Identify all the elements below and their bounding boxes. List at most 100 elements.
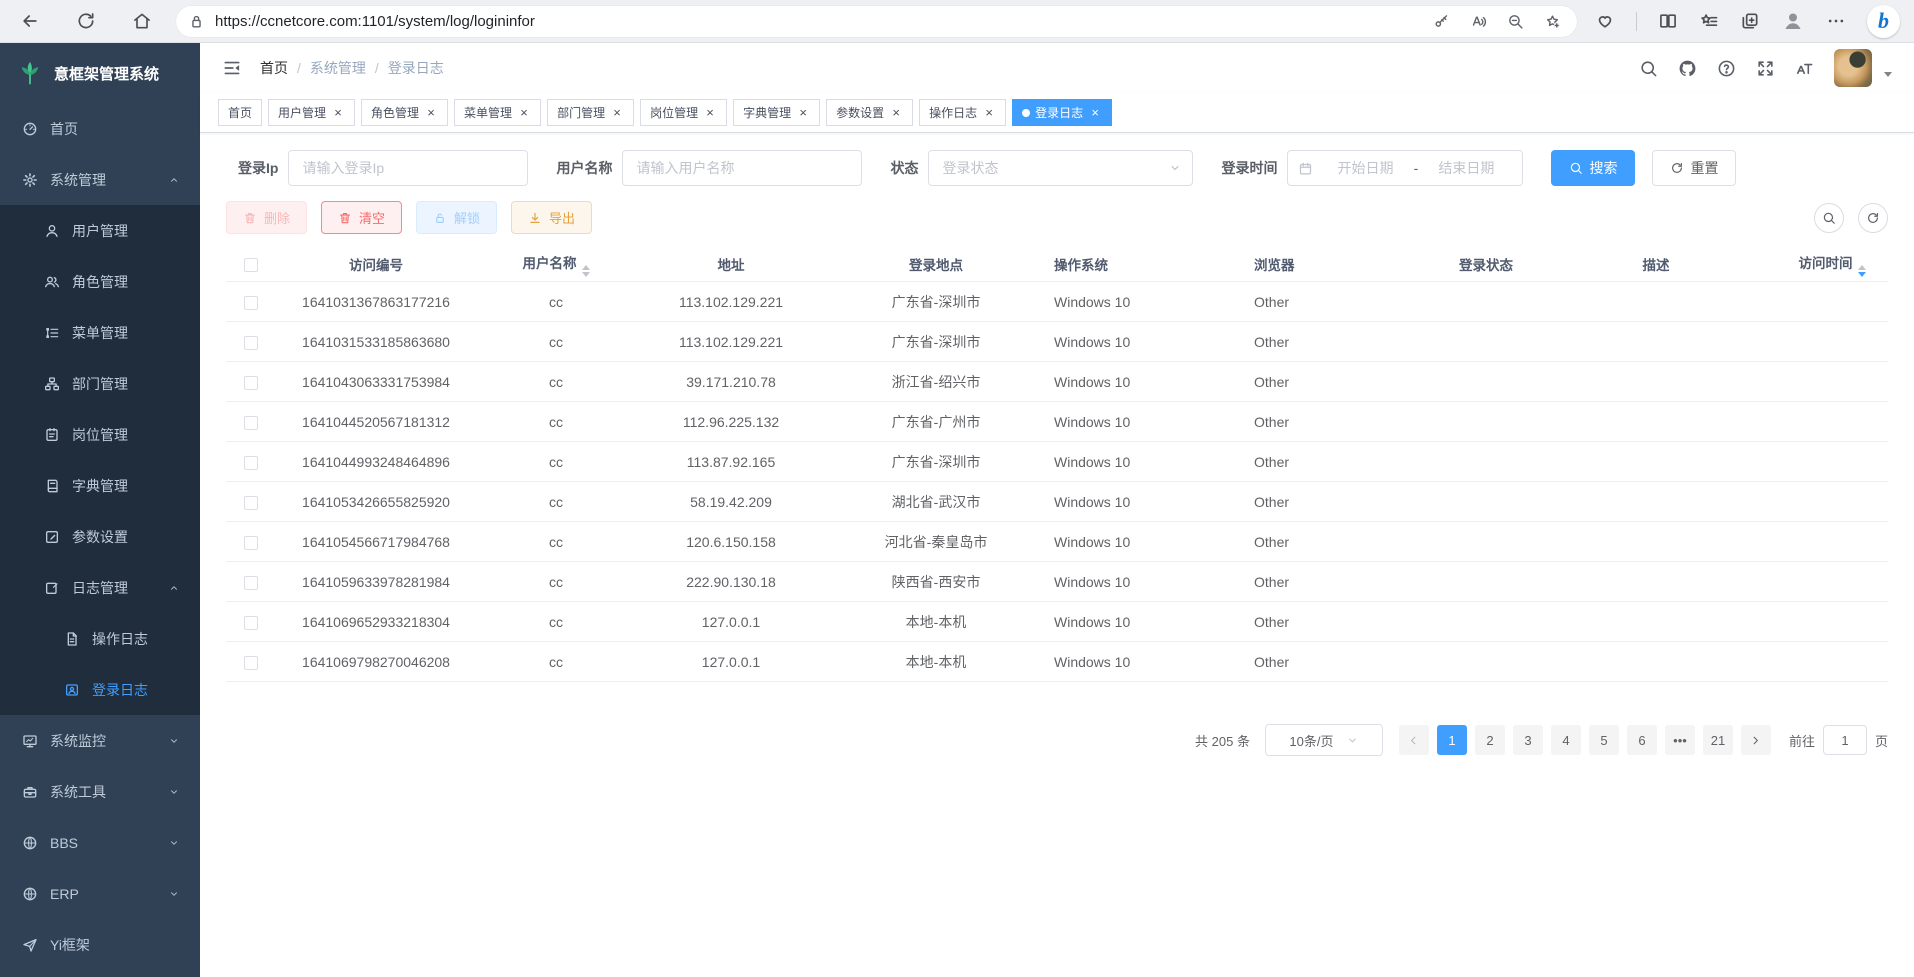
column-header-visit-id[interactable]: 访问编号 <box>276 254 476 274</box>
column-header-browser[interactable]: 浏览器 <box>1246 254 1436 274</box>
tab-login-log[interactable]: 登录日志× <box>1012 99 1112 126</box>
tab-menu-mgmt[interactable]: 菜单管理× <box>454 99 541 126</box>
collections-icon[interactable] <box>1740 11 1760 31</box>
add-favorite-icon[interactable] <box>1544 13 1561 30</box>
login-ip-input[interactable] <box>288 150 528 186</box>
row-checkbox[interactable] <box>244 336 258 350</box>
close-icon[interactable]: × <box>424 106 438 120</box>
favorites-icon[interactable] <box>1699 11 1719 31</box>
row-checkbox[interactable] <box>244 296 258 310</box>
app-logo[interactable]: 意框架管理系统 <box>0 43 200 103</box>
page-button-2[interactable]: 2 <box>1475 725 1505 755</box>
sidebar-item-dict-mgmt[interactable]: 字典管理 <box>0 460 200 511</box>
close-icon[interactable]: × <box>331 106 345 120</box>
sidebar-item-menu-mgmt[interactable]: 菜单管理 <box>0 307 200 358</box>
sidebar-item-bbs[interactable]: BBS <box>0 817 200 868</box>
unlock-button[interactable]: 解锁 <box>416 201 497 234</box>
column-header-username[interactable]: 用户名称 <box>476 252 636 277</box>
column-header-address[interactable]: 地址 <box>636 254 826 274</box>
close-icon[interactable]: × <box>610 106 624 120</box>
tab-role-mgmt[interactable]: 角色管理× <box>361 99 448 126</box>
row-checkbox[interactable] <box>244 496 258 510</box>
help-icon[interactable] <box>1717 59 1736 78</box>
tab-operation-log[interactable]: 操作日志× <box>919 99 1006 126</box>
row-checkbox[interactable] <box>244 416 258 430</box>
close-icon[interactable]: × <box>889 106 903 120</box>
next-page-button[interactable] <box>1741 725 1771 755</box>
github-icon[interactable] <box>1678 59 1697 78</box>
previous-page-button[interactable] <box>1399 725 1429 755</box>
page-button-6[interactable]: 6 <box>1627 725 1657 755</box>
tab-home[interactable]: 首页 <box>218 99 262 126</box>
close-icon[interactable]: × <box>703 106 717 120</box>
address-bar[interactable]: https://ccnetcore.com:1101/system/log/lo… <box>176 6 1577 37</box>
zoom-out-icon[interactable] <box>1507 13 1524 30</box>
sidebar-item-post-mgmt[interactable]: 岗位管理 <box>0 409 200 460</box>
home-icon[interactable] <box>132 11 152 31</box>
password-key-icon[interactable] <box>1433 13 1450 30</box>
page-button-4[interactable]: 4 <box>1551 725 1581 755</box>
tab-dict-mgmt[interactable]: 字典管理× <box>733 99 820 126</box>
browser-profile-icon[interactable] <box>1781 9 1805 33</box>
sidebar-item-system-monitor[interactable]: 系统监控 <box>0 715 200 766</box>
refresh-icon[interactable] <box>76 11 96 31</box>
header-search-icon[interactable] <box>1639 59 1658 78</box>
sidebar-item-log-mgmt[interactable]: 日志管理 <box>0 562 200 613</box>
select-all-checkbox[interactable] <box>244 258 258 272</box>
column-header-status[interactable]: 登录状态 <box>1436 254 1536 274</box>
browser-menu-icon[interactable] <box>1826 11 1846 31</box>
sidebar-collapse-icon[interactable] <box>222 58 242 78</box>
bing-chat-icon[interactable]: b <box>1867 5 1900 38</box>
search-button[interactable]: 搜索 <box>1551 150 1635 186</box>
sidebar-item-erp[interactable]: ERP <box>0 868 200 919</box>
tab-param-settings[interactable]: 参数设置× <box>826 99 913 126</box>
date-range-picker[interactable]: 开始日期 - 结束日期 <box>1287 150 1523 186</box>
row-checkbox[interactable] <box>244 656 258 670</box>
refresh-table-button[interactable] <box>1858 203 1888 233</box>
read-aloud-icon[interactable] <box>1470 13 1487 30</box>
page-button-3[interactable]: 3 <box>1513 725 1543 755</box>
back-icon[interactable] <box>20 11 40 31</box>
sidebar-item-param-settings[interactable]: 参数设置 <box>0 511 200 562</box>
row-checkbox[interactable] <box>244 576 258 590</box>
row-checkbox[interactable] <box>244 376 258 390</box>
tab-user-mgmt[interactable]: 用户管理× <box>268 99 355 126</box>
split-screen-icon[interactable] <box>1658 11 1678 31</box>
sidebar-item-dept-mgmt[interactable]: 部门管理 <box>0 358 200 409</box>
close-icon[interactable]: × <box>982 106 996 120</box>
browser-essentials-icon[interactable] <box>1595 11 1615 31</box>
close-icon[interactable]: × <box>517 106 531 120</box>
sidebar-item-system-tools[interactable]: 系统工具 <box>0 766 200 817</box>
reset-button[interactable]: 重置 <box>1652 150 1736 186</box>
row-checkbox[interactable] <box>244 616 258 630</box>
sidebar-item-role-mgmt[interactable]: 角色管理 <box>0 256 200 307</box>
column-header-location[interactable]: 登录地点 <box>826 254 1046 274</box>
clear-button[interactable]: 清空 <box>321 201 402 234</box>
breadcrumb-home[interactable]: 首页 <box>260 58 288 78</box>
column-header-visit-time[interactable]: 访问时间 <box>1776 252 1888 277</box>
page-button-21[interactable]: 21 <box>1703 725 1733 755</box>
column-header-os[interactable]: 操作系统 <box>1046 254 1246 274</box>
page-button-1[interactable]: 1 <box>1437 725 1467 755</box>
row-checkbox[interactable] <box>244 456 258 470</box>
sidebar-item-operation-log[interactable]: 操作日志 <box>0 613 200 664</box>
close-icon[interactable]: × <box>1088 106 1102 120</box>
export-button[interactable]: 导出 <box>511 201 592 234</box>
page-button-5[interactable]: 5 <box>1589 725 1619 755</box>
tab-post-mgmt[interactable]: 岗位管理× <box>640 99 727 126</box>
status-select[interactable]: 登录状态 <box>928 150 1193 186</box>
user-avatar[interactable] <box>1834 49 1872 87</box>
page-size-select[interactable]: 10条/页 <box>1265 724 1383 756</box>
delete-button[interactable]: 删除 <box>226 201 307 234</box>
username-input[interactable] <box>622 150 862 186</box>
toggle-search-button[interactable] <box>1814 203 1844 233</box>
sidebar-item-login-log[interactable]: 登录日志 <box>0 664 200 715</box>
sidebar-item-yi-framework[interactable]: Yi框架 <box>0 919 200 970</box>
close-icon[interactable]: × <box>796 106 810 120</box>
sidebar-item-system-mgmt[interactable]: 系统管理 <box>0 154 200 205</box>
tab-dept-mgmt[interactable]: 部门管理× <box>547 99 634 126</box>
fullscreen-icon[interactable] <box>1756 59 1775 78</box>
font-size-icon[interactable] <box>1795 59 1814 78</box>
sidebar-item-home[interactable]: 首页 <box>0 103 200 154</box>
breadcrumb-system[interactable]: 系统管理 <box>310 58 366 78</box>
